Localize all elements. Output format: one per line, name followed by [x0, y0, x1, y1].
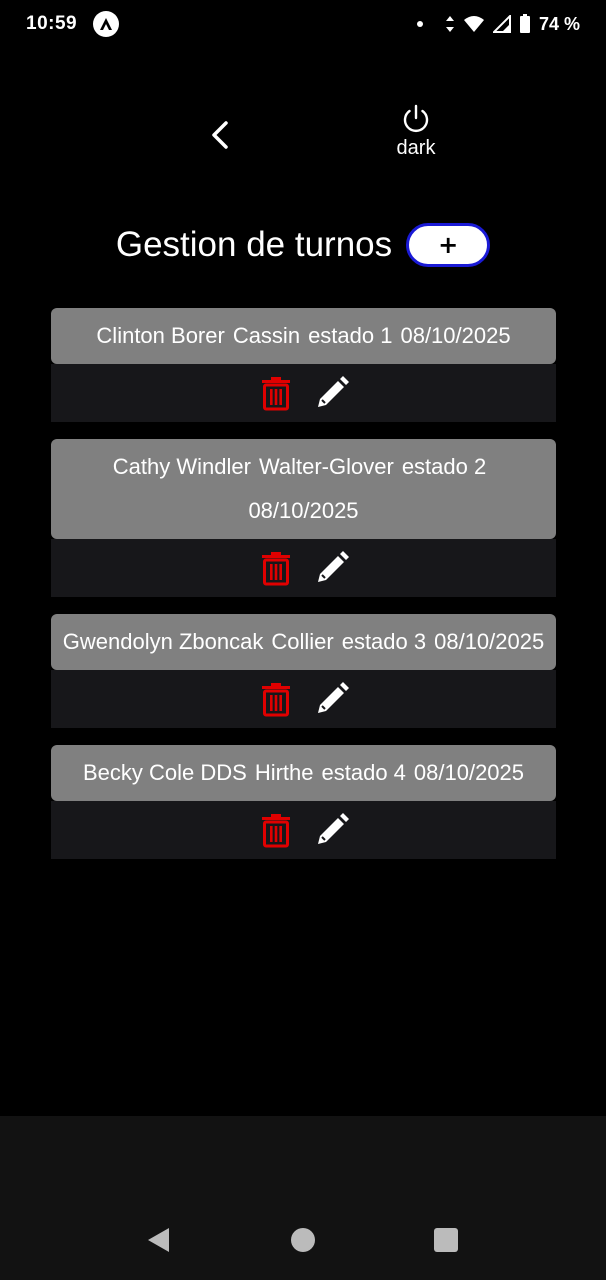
turn-company: Collier: [271, 629, 334, 654]
pencil-icon: [317, 682, 349, 713]
system-nav-bar: [0, 1116, 606, 1280]
status-bar: 10:59 74 %: [0, 0, 606, 48]
edit-button[interactable]: [313, 680, 351, 718]
edit-button[interactable]: [313, 374, 351, 412]
turn-status: estado 3: [341, 629, 427, 654]
trash-icon: [261, 377, 290, 411]
edit-button[interactable]: [313, 549, 351, 587]
turn-card: Gwendolyn Zboncak Collier estado 3 08/10/20…: [51, 614, 556, 728]
delete-button[interactable]: [257, 549, 295, 587]
trash-icon: [261, 683, 290, 717]
nav-back-button[interactable]: [138, 1220, 178, 1260]
turn-company: Walter-Glover: [258, 454, 394, 479]
turn-info[interactable]: Cathy Windler Walter-Glover estado 2 08/10/…: [51, 439, 556, 539]
turn-info[interactable]: Gwendolyn Zboncak Collier estado 3 08/10/20…: [51, 614, 556, 670]
turn-name: Cathy Windler: [112, 454, 251, 479]
turn-actions: [51, 364, 556, 422]
notification-dot-icon: [416, 21, 423, 27]
status-time: 10:59: [26, 13, 78, 34]
turn-info[interactable]: Becky Cole DDS Hirthe estado 4 08/10/2025: [51, 745, 556, 801]
header-row: Gestion de turnos +: [0, 222, 606, 268]
edit-button[interactable]: [313, 811, 351, 849]
back-button[interactable]: [200, 113, 240, 157]
data-arrows-icon: [445, 15, 455, 33]
app-notification-icon: [93, 11, 120, 37]
turn-actions: [51, 539, 556, 597]
theme-toggle-button[interactable]: dark: [385, 103, 447, 169]
battery-percent: 74 %: [538, 13, 580, 34]
turn-date: 08/10/2025: [434, 629, 545, 654]
turn-company: Hirthe: [254, 760, 314, 785]
turn-name: Clinton Borer: [96, 323, 225, 348]
pencil-icon: [317, 551, 349, 582]
wifi-icon: [463, 15, 485, 33]
delete-button[interactable]: [257, 811, 295, 849]
signal-icon: [492, 15, 511, 33]
trash-icon: [261, 552, 290, 586]
add-turn-button[interactable]: +: [406, 223, 491, 267]
page-title: Gestion de turnos: [115, 225, 393, 264]
turn-date: 08/10/2025: [400, 323, 511, 348]
turn-company: Cassin: [232, 323, 301, 348]
status-left: 10:59: [26, 11, 120, 37]
turn-status: estado 2: [401, 454, 487, 479]
turn-status: estado 1: [308, 323, 393, 348]
pencil-icon: [317, 376, 349, 407]
power-icon: [403, 104, 429, 133]
turn-date: 08/10/2025: [248, 498, 359, 523]
turn-actions: [51, 670, 556, 728]
triangle-back-icon: [148, 1228, 169, 1252]
turn-status: estado 4: [321, 760, 406, 785]
nav-recents-button[interactable]: [426, 1220, 466, 1260]
turn-card: Clinton Borer Cassin estado 1 08/10/2025: [51, 308, 556, 422]
delete-button[interactable]: [257, 680, 295, 718]
chevron-left-icon: [212, 121, 228, 149]
status-right: 74 %: [416, 13, 580, 35]
theme-label: dark: [396, 137, 436, 159]
turn-actions: [51, 801, 556, 859]
battery-icon: [519, 14, 531, 34]
square-recents-icon: [434, 1228, 458, 1252]
turn-name: Becky Cole DDS: [82, 760, 247, 785]
circle-home-icon: [291, 1228, 315, 1252]
pencil-icon: [317, 813, 349, 844]
turn-list: Clinton Borer Cassin estado 1 08/10/2025 Ca…: [51, 308, 556, 876]
nav-home-button[interactable]: [283, 1220, 323, 1260]
turn-info[interactable]: Clinton Borer Cassin estado 1 08/10/2025: [51, 308, 556, 364]
trash-icon: [261, 814, 290, 848]
turn-card: Cathy Windler Walter-Glover estado 2 08/10/…: [51, 439, 556, 597]
delete-button[interactable]: [257, 374, 295, 412]
turn-name: Gwendolyn Zboncak: [62, 629, 264, 654]
turn-date: 08/10/2025: [413, 760, 525, 785]
turn-card: Becky Cole DDS Hirthe estado 4 08/10/2025: [51, 745, 556, 859]
